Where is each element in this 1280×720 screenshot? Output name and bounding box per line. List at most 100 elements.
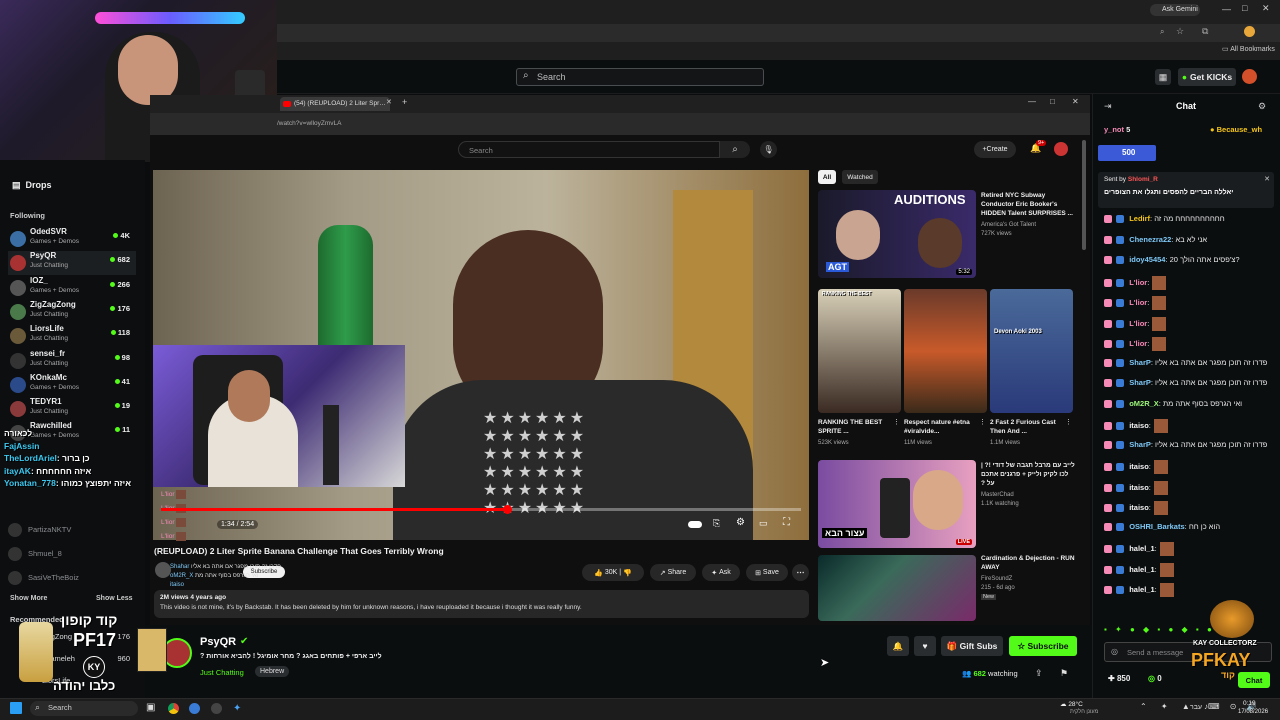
chat-username[interactable]: idoy45454 [1129, 255, 1165, 264]
clip-icon[interactable]: ⚑ [1060, 668, 1068, 679]
chat-username[interactable]: halel_1 [1129, 544, 1154, 553]
chat-username[interactable]: halel_1 [1129, 564, 1154, 573]
rec2-thumbnail[interactable]: עצור הבא LIVE [818, 460, 976, 548]
chat-username[interactable]: SharP [1129, 378, 1151, 387]
yt-window-min-icon[interactable]: — [1028, 97, 1036, 106]
short-title[interactable]: Respect nature #etna #viralvide... [904, 418, 979, 436]
chrome-profile-taskbar-icon[interactable] [189, 703, 200, 714]
address-bar[interactable] [277, 24, 1280, 42]
chat-username[interactable]: OSHRI_Barkats [1129, 522, 1184, 531]
rec3-title[interactable]: Cardination & Dejection - RUN AWAY [981, 554, 1075, 572]
chat-username[interactable]: Ledirf [1129, 214, 1150, 223]
chat-username[interactable]: L'lior [1129, 318, 1147, 327]
taskview-icon[interactable]: ▣ [146, 702, 155, 713]
obs-taskbar-icon[interactable] [211, 703, 222, 714]
sidebar-item-zigzagzong[interactable]: ZigZagZong Just Chatting 176 [8, 300, 136, 324]
stream-tag[interactable]: Hebrew [255, 666, 290, 677]
short-title[interactable]: 2 Fast 2 Furious Cast Then And ... [990, 418, 1065, 436]
zoom-icon[interactable]: ⌕ [1160, 27, 1164, 37]
profile-avatar-icon[interactable] [1244, 26, 1255, 37]
all-bookmarks[interactable]: ▭ All Bookmarks [1222, 45, 1275, 53]
weather-widget[interactable]: ☁ 28°C [1060, 700, 1083, 708]
sidebar-item-sensei_fr[interactable]: sensei_fr Just Chatting 98 [8, 349, 136, 373]
sidebar-item-psyqr[interactable]: PsyQR Just Chatting 682 [8, 251, 136, 276]
clock-time[interactable]: 0:19 [1243, 700, 1256, 707]
miniplayer-icon[interactable]: ▭ [759, 518, 768, 529]
short-thumbnail[interactable]: Devon Aoki 2003 [990, 289, 1073, 413]
chat-users-icon[interactable]: ⚙ [1258, 101, 1266, 112]
chat-username[interactable]: L'lior [1129, 339, 1147, 348]
short-thumbnail[interactable] [904, 289, 987, 413]
chat-collapse-icon[interactable]: ⇥ [1104, 101, 1112, 112]
new-tab-icon[interactable]: + [402, 97, 407, 107]
settings-gear-icon[interactable]: ⚙ [736, 517, 745, 528]
chip-watched[interactable]: Watched [842, 170, 878, 184]
autoplay-toggle-icon[interactable] [688, 521, 702, 528]
rec1-channel[interactable]: America's Got Talent [981, 222, 1036, 228]
sidebar-item-liorslife[interactable]: LiorsLife Just Chatting 118 [8, 324, 136, 348]
yt-share-button[interactable]: ↗ Share [650, 564, 696, 581]
short-menu-icon[interactable]: ⋮ [1065, 418, 1072, 426]
yt-window-max-icon[interactable]: □ [1050, 97, 1055, 106]
yt-window-close-icon[interactable]: ✕ [1072, 97, 1079, 106]
yt-description-box[interactable]: 2M views 4 years ago This video is not m… [154, 590, 809, 618]
short-title[interactable]: RANKING THE BEST SPRITE ... [818, 418, 893, 436]
sidebar-offline-partizanktv[interactable]: PartizaNKTV [8, 523, 136, 539]
yt-search-input[interactable]: Search [458, 141, 720, 158]
get-kicks-button[interactable]: ● Get KICKs [1178, 68, 1236, 86]
gift-subs-button[interactable]: 🎁 Gift Subs [941, 636, 1003, 656]
show-more-link[interactable]: Show More [10, 595, 47, 602]
sidebar-item-konkamc[interactable]: KOnkaMc Games + Demos 41 [8, 373, 136, 397]
notifications-bell-button[interactable]: 🔔 [887, 636, 909, 656]
sidebar-drops[interactable]: ▤ Drops [12, 180, 52, 191]
rec1-thumbnail[interactable]: AUDITIONS AGT 5:32 [818, 190, 976, 278]
chat-username[interactable]: SharP [1129, 440, 1151, 449]
rec2-channel[interactable]: MasterChad [981, 492, 1014, 498]
follow-heart-button[interactable]: ♥ [914, 636, 936, 656]
window-minimize-icon[interactable]: — [1222, 4, 1231, 14]
yt-channel-avatar[interactable] [155, 562, 171, 578]
windows-start-icon[interactable] [10, 702, 22, 714]
short-thumbnail[interactable]: RANKING THE BEST [818, 289, 901, 413]
pin-icon[interactable]: ✕ [1264, 175, 1270, 183]
chrome-taskbar-icon[interactable] [168, 703, 179, 714]
pinned-left[interactable]: y_not 5 [1104, 125, 1130, 134]
youtube-tab[interactable]: (54) (REUPLOAD) 2 Liter Sprite [280, 97, 390, 111]
user-avatar[interactable] [1242, 69, 1257, 84]
extensions-icon[interactable]: ⧉ [1202, 26, 1208, 37]
share-stream-icon[interactable]: ⇪ [1035, 668, 1043, 679]
rec1-title[interactable]: Retired NYC Subway Conductor Eric Booker… [981, 191, 1075, 218]
rec3-thumbnail[interactable] [818, 555, 976, 621]
sidebar-item-odedsvr[interactable]: OdedSVR Games + Demos 4K [8, 227, 136, 251]
thumb-down-icon[interactable]: 👎 [623, 569, 632, 577]
language-indicator[interactable]: עבר [1190, 704, 1202, 711]
yt-scrollbar[interactable] [1082, 140, 1086, 250]
fullscreen-icon[interactable]: ⛶ [783, 517, 790, 528]
youtube-address-bar[interactable]: /watch?v=wlloyZmvLA [150, 113, 1090, 135]
sidebar-item-loz_[interactable]: lOZ_ Games + Demos 266 [8, 276, 136, 300]
browse-icon[interactable]: ▦ [1155, 69, 1171, 85]
gift-banner[interactable]: 500 [1098, 145, 1156, 161]
yt-search-icon[interactable]: ⌕ [720, 141, 750, 158]
app-taskbar-icon[interactable]: ✦ [233, 703, 241, 714]
sidebar-item-tedyr1[interactable]: TEDYR1 Just Chatting 19 [8, 397, 136, 421]
stream-category[interactable]: Just Chatting [200, 668, 244, 677]
chat-username[interactable]: L'lior [1129, 277, 1147, 286]
window-close-icon[interactable]: ✕ [1262, 3, 1270, 14]
chat-username[interactable]: halel_1 [1129, 585, 1154, 594]
chat-username[interactable]: L'lior [1129, 298, 1147, 307]
sidebar-offline-shmuel_8[interactable]: Shmuel_8 [8, 547, 136, 563]
rec3-channel[interactable]: FireSoundZ [981, 576, 1012, 582]
kick-search-input[interactable]: ⌕ Search [516, 68, 764, 86]
chat-username[interactable]: itaiso [1129, 482, 1149, 491]
short-menu-icon[interactable]: ⋮ [893, 418, 900, 426]
yt-ask-button[interactable]: ✦ Ask [702, 564, 740, 581]
taskbar-search[interactable]: ⌕ Search [30, 701, 138, 716]
bookmark-star-icon[interactable]: ☆ [1176, 26, 1184, 37]
yt-more-button[interactable]: ⋯ [792, 564, 809, 581]
video-progress-knob[interactable] [502, 505, 512, 514]
chat-username[interactable]: Chenezra22 [1129, 235, 1171, 244]
yt-mic-icon[interactable]: 🎙 [760, 141, 777, 158]
chat-username[interactable]: itaiso [1129, 503, 1149, 512]
short-menu-icon[interactable]: ⋮ [979, 418, 986, 426]
